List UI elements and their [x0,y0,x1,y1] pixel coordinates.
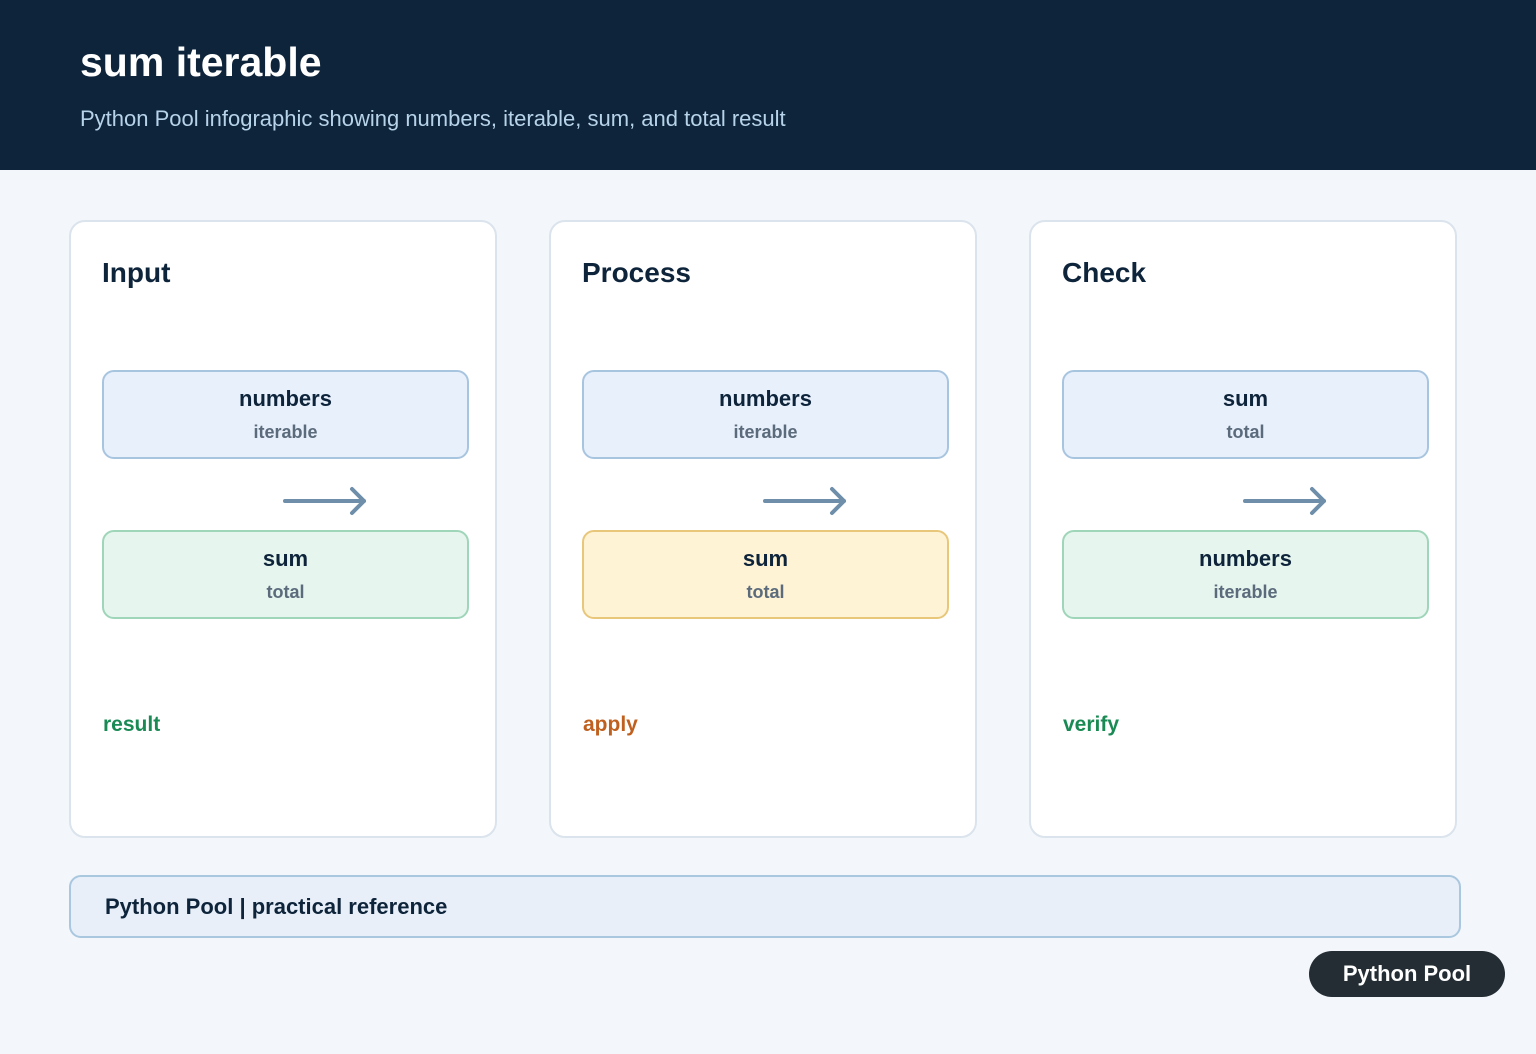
panel-status-label: result [103,713,161,736]
bottom-box: numbers iterable [1062,530,1429,619]
box-main-label: numbers [239,386,332,411]
arrow-right-icon [1243,487,1326,515]
arrow-right-icon [283,487,366,515]
panel-status-label: apply [583,713,638,736]
box-sub-label: total [266,582,305,602]
box-main-label: sum [1222,386,1269,411]
panel-title: Check [1062,257,1147,288]
footer-text: Python Pool | practical reference [105,894,448,919]
box-sub-label: total [1226,422,1265,442]
box-main-label: sum [262,546,309,571]
page-title: sum iterable [80,39,322,85]
box-sub-label: iterable [253,422,318,442]
bottom-box: sum total [102,530,469,619]
panel-title: Input [102,257,171,288]
top-box: numbers iterable [582,370,949,459]
brand-badge: Python Pool [1309,951,1505,997]
footer-bar: Python Pool | practical reference [69,875,1461,938]
top-box: numbers iterable [102,370,469,459]
page-subtitle: Python Pool infographic showing numbers,… [80,106,786,131]
box-sub-label: iterable [733,422,798,442]
box-main-label: numbers [1199,546,1292,571]
panel-process: Process numbers iterable sum total apply [549,220,977,838]
header-banner: sum iterable Python Pool infographic sho… [0,0,1536,170]
box-sub-label: iterable [1213,582,1278,602]
arrow-right-icon [763,487,846,515]
box-sub-label: total [746,582,785,602]
box-main-label: numbers [719,386,812,411]
panel-title: Process [582,257,691,288]
panel-status-label: verify [1063,713,1120,736]
panel-check: Check sum total numbers iterable verify [1029,220,1457,838]
box-main-label: sum [742,546,789,571]
top-box: sum total [1062,370,1429,459]
bottom-box: sum total [582,530,949,619]
panel-input: Input numbers iterable sum total result [69,220,497,838]
